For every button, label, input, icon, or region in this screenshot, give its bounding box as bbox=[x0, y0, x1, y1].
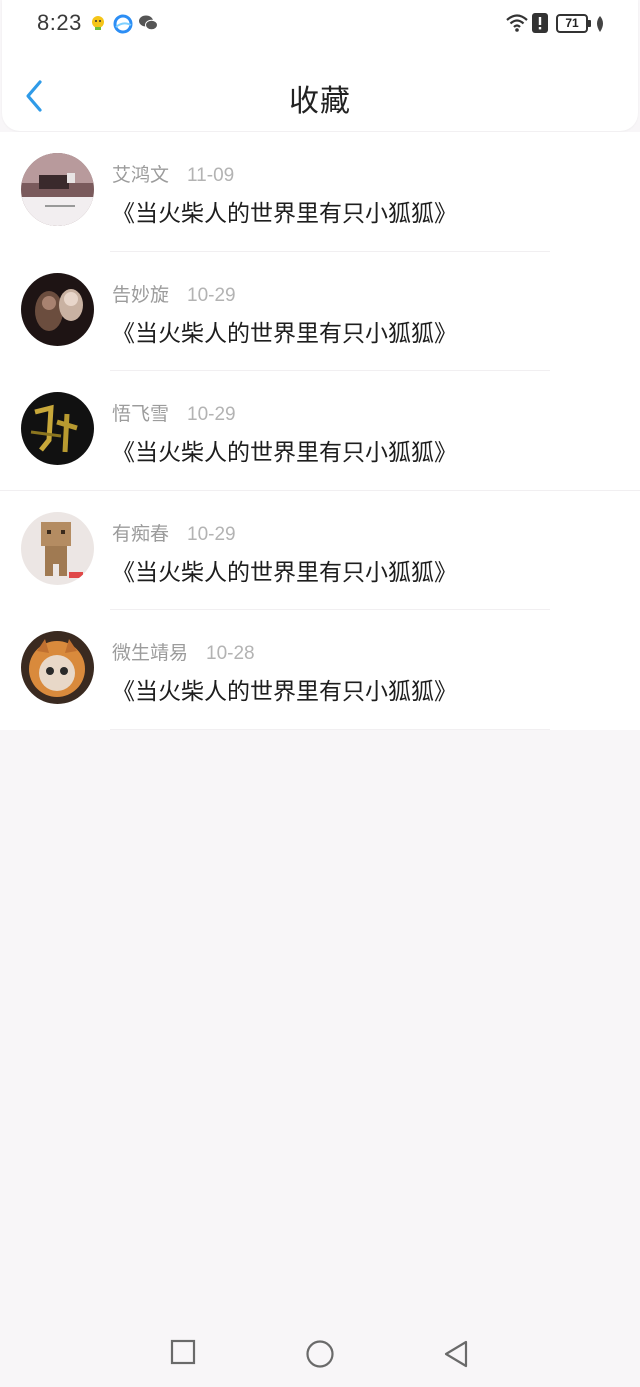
page-title: 收藏 bbox=[289, 84, 351, 119]
alert-icon bbox=[532, 13, 548, 33]
wechat-icon bbox=[139, 15, 158, 31]
avatar bbox=[21, 272, 94, 346]
leaf-icon bbox=[597, 16, 603, 32]
favorite-item[interactable]: 微生靖易 10-28 《当火柴人的世界里有只小狐狐》 bbox=[0, 610, 640, 730]
browser-icon bbox=[113, 14, 133, 34]
item-meta: 微生靖易 10-28 bbox=[112, 638, 255, 665]
item-title: 《当火柴人的世界里有只小狐狐》 bbox=[112, 320, 457, 347]
author-name: 告妙旋 bbox=[112, 283, 170, 306]
system-navigation-bar bbox=[0, 1317, 640, 1387]
back-nav-button[interactable] bbox=[442, 1339, 470, 1369]
divider bbox=[110, 728, 550, 730]
item-title: 《当火柴人的世界里有只小狐狐》 bbox=[112, 440, 457, 466]
status-bar: 8:23 71 bbox=[0, 0, 640, 50]
recent-apps-button[interactable] bbox=[170, 1339, 196, 1365]
favorite-item[interactable]: 告妙旋 10-29 《当火柴人的世界里有只小狐狐》 bbox=[0, 251, 640, 371]
item-meta: 有痴春 10-29 bbox=[112, 519, 236, 546]
favorite-item[interactable]: 艾鸿文 11-09 《当火柴人的世界里有只小狐狐》 bbox=[0, 132, 640, 252]
avatar bbox=[21, 392, 94, 465]
item-date: 10-29 bbox=[187, 404, 236, 425]
author-name: 悟飞雪 bbox=[112, 403, 170, 425]
author-name: 艾鸿文 bbox=[112, 164, 170, 186]
favorite-item[interactable]: 悟飞雪 10-29 《当火柴人的世界里有只小狐狐》 bbox=[0, 371, 640, 491]
favorites-list: 艾鸿文 11-09 《当火柴人的世界里有只小狐狐》 告妙旋 10-29 《当火柴人的… bbox=[0, 132, 640, 730]
favorite-item[interactable]: 有痴春 10-29 《当火柴人的世界里有只小狐狐》 bbox=[0, 490, 640, 610]
screen: 8:23 71 收藏 艾鸿文 11-09 《当火柴人的世界里有只小狐狐》 告妙旋… bbox=[0, 0, 640, 1387]
home-button[interactable] bbox=[305, 1339, 335, 1369]
item-meta: 艾鸿文 11-09 bbox=[112, 160, 234, 187]
battery-indicator: 71 bbox=[556, 14, 591, 33]
item-date: 10-28 bbox=[206, 643, 255, 664]
avatar bbox=[21, 631, 94, 704]
wifi-icon bbox=[506, 14, 528, 32]
item-date: 10-29 bbox=[187, 523, 236, 545]
status-time: 8:23 bbox=[37, 10, 82, 35]
avatar bbox=[21, 153, 94, 226]
item-date: 10-29 bbox=[187, 284, 236, 306]
item-title: 《当火柴人的世界里有只小狐狐》 bbox=[112, 201, 457, 227]
author-name: 微生靖易 bbox=[112, 642, 189, 664]
item-date: 11-09 bbox=[187, 165, 235, 186]
notification-app-icon bbox=[92, 16, 104, 30]
item-meta: 悟飞雪 10-29 bbox=[112, 399, 236, 426]
avatar bbox=[21, 511, 94, 585]
nav-header: 收藏 bbox=[0, 50, 640, 132]
item-meta: 告妙旋 10-29 bbox=[112, 280, 236, 307]
author-name: 有痴春 bbox=[112, 522, 170, 545]
item-title: 《当火柴人的世界里有只小狐狐》 bbox=[112, 679, 457, 705]
item-title: 《当火柴人的世界里有只小狐狐》 bbox=[112, 559, 457, 586]
